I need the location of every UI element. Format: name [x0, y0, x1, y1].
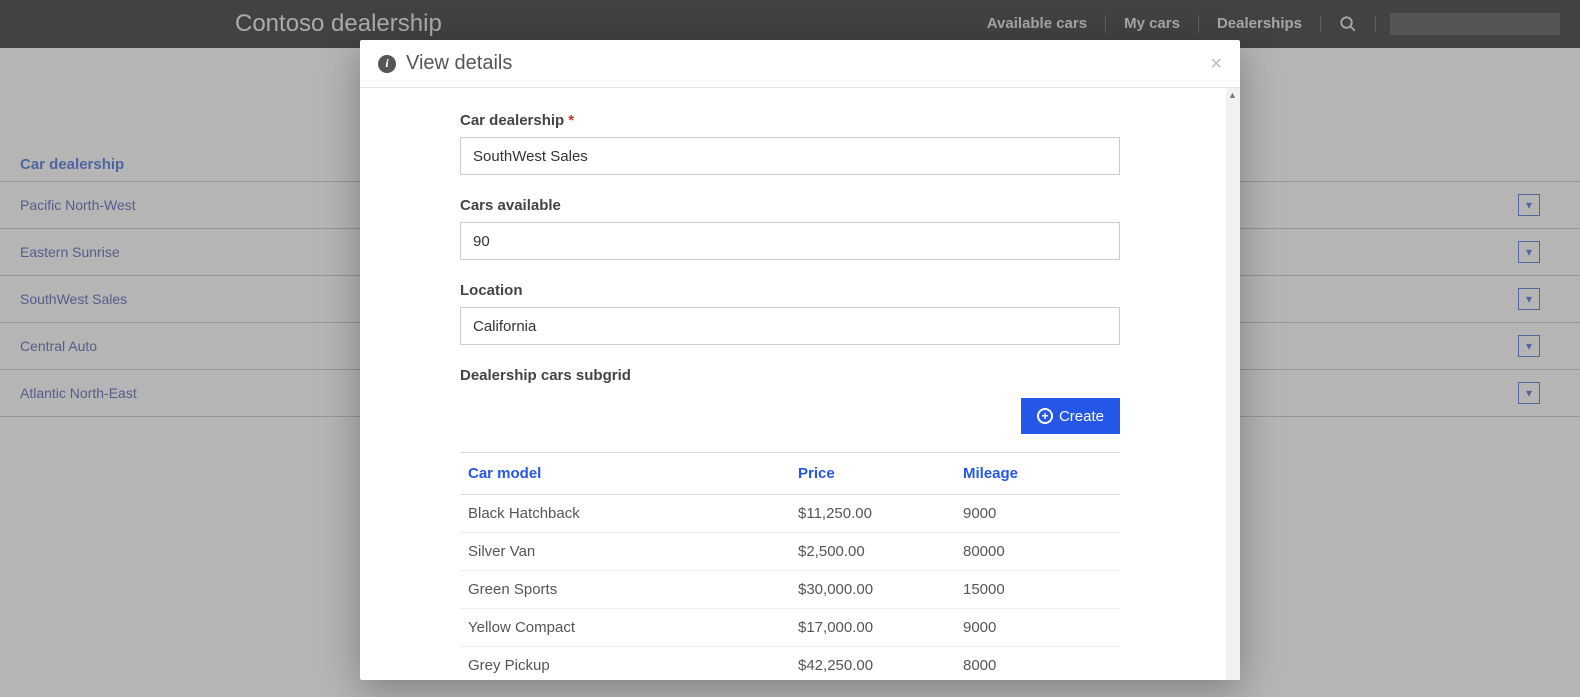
- cell-mileage: 15000: [955, 571, 1120, 609]
- cell-model: Black Hatchback: [460, 495, 790, 533]
- cell-price: $11,250.00: [790, 495, 955, 533]
- table-row[interactable]: Grey Pickup$42,250.008000: [460, 647, 1120, 681]
- cell-price: $17,000.00: [790, 609, 955, 647]
- table-row[interactable]: Green Sports$30,000.0015000: [460, 571, 1120, 609]
- table-row[interactable]: Silver Van$2,500.0080000: [460, 533, 1120, 571]
- cell-model: Green Sports: [460, 571, 790, 609]
- dealership-label: Car dealership*: [460, 112, 1120, 129]
- view-details-modal: i View details × Car dealership* Cars av…: [360, 40, 1240, 680]
- table-row[interactable]: Black Hatchback$11,250.009000: [460, 495, 1120, 533]
- info-icon: i: [378, 55, 396, 73]
- cars-available-label: Cars available: [460, 197, 1120, 214]
- modal-title: View details: [406, 52, 512, 75]
- required-asterisk: *: [568, 112, 574, 129]
- cell-model: Silver Van: [460, 533, 790, 571]
- cars-available-input[interactable]: [460, 222, 1120, 260]
- location-label: Location: [460, 282, 1120, 299]
- cell-price: $30,000.00: [790, 571, 955, 609]
- plus-icon: +: [1037, 408, 1053, 424]
- cell-model: Grey Pickup: [460, 647, 790, 681]
- modal-header: i View details ×: [360, 40, 1240, 88]
- modal-body: Car dealership* Cars available Location …: [360, 88, 1240, 680]
- create-button-label: Create: [1059, 408, 1104, 425]
- dealership-input[interactable]: [460, 137, 1120, 175]
- cell-mileage: 9000: [955, 495, 1120, 533]
- location-input[interactable]: [460, 307, 1120, 345]
- create-button[interactable]: + Create: [1021, 398, 1120, 434]
- cars-subgrid: Car model Price Mileage Black Hatchback$…: [460, 452, 1120, 680]
- close-icon[interactable]: ×: [1210, 54, 1222, 74]
- cell-mileage: 8000: [955, 647, 1120, 681]
- scrollbar[interactable]: [1226, 88, 1240, 680]
- cell-price: $2,500.00: [790, 533, 955, 571]
- table-row[interactable]: Yellow Compact$17,000.009000: [460, 609, 1120, 647]
- cell-price: $42,250.00: [790, 647, 955, 681]
- dealership-label-text: Car dealership: [460, 112, 564, 129]
- cell-mileage: 9000: [955, 609, 1120, 647]
- cell-mileage: 80000: [955, 533, 1120, 571]
- col-mileage[interactable]: Mileage: [955, 453, 1120, 495]
- col-car-model[interactable]: Car model: [460, 453, 790, 495]
- cell-model: Yellow Compact: [460, 609, 790, 647]
- col-price[interactable]: Price: [790, 453, 955, 495]
- subgrid-heading: Dealership cars subgrid: [460, 367, 1180, 384]
